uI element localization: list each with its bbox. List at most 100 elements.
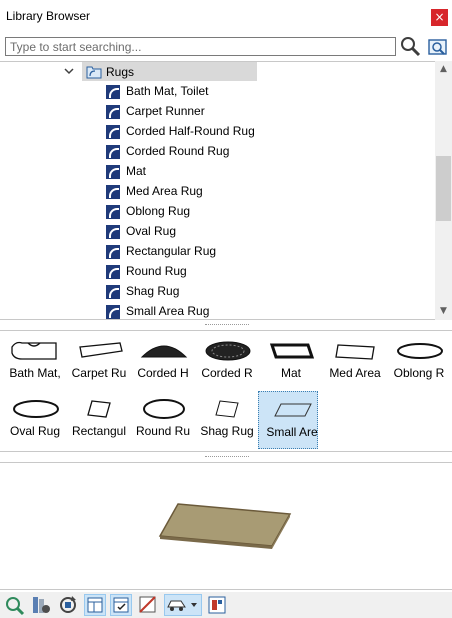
tree-item[interactable]: Carpet Runner xyxy=(106,102,326,122)
preview-pane xyxy=(0,462,452,590)
rug-thumbnail-icon xyxy=(140,345,188,358)
thumbnail-item[interactable]: Round Ru xyxy=(130,391,190,449)
thumbnail-item[interactable]: Corded R xyxy=(194,333,254,391)
splitter-grip[interactable] xyxy=(205,456,249,458)
tree-item-label: Shag Rug xyxy=(126,284,180,298)
rug-object-icon xyxy=(106,145,120,159)
rug-object-icon xyxy=(106,285,120,299)
rug-thumbnail-icon xyxy=(335,344,375,360)
close-button[interactable]: × xyxy=(431,9,448,26)
thumbnail-label: Shag Rug xyxy=(200,424,254,438)
bottom-toolbar xyxy=(0,592,452,618)
scroll-up-icon[interactable]: ▲ xyxy=(435,61,452,78)
tree-item-label: Oblong Rug xyxy=(126,204,191,218)
rug-object-icon xyxy=(106,125,120,139)
thumbnail-label: Rectangul xyxy=(71,424,127,438)
sync-icon[interactable] xyxy=(57,594,79,616)
tree-item-label: Med Area Rug xyxy=(126,184,203,198)
thumbnail-label: Carpet Ru xyxy=(71,366,127,380)
splitter-upper[interactable] xyxy=(0,320,452,330)
rug-thumbnail-icon xyxy=(13,400,59,418)
thumbnail-label: Round Ru xyxy=(135,424,191,438)
thumbnail-item[interactable]: Mat xyxy=(258,333,318,391)
thumbnail-label: Corded H xyxy=(137,366,189,380)
view-list-icon[interactable] xyxy=(84,594,106,616)
scroll-down-icon[interactable]: ▼ xyxy=(435,303,452,320)
tree-item[interactable]: Oval Rug xyxy=(106,222,326,242)
thumbnail-item[interactable]: Med Area xyxy=(322,333,382,391)
rug-object-icon xyxy=(106,105,120,119)
tree-item-label: Oval Rug xyxy=(126,224,177,238)
rug-thumbnail-icon xyxy=(79,342,123,358)
rug-object-icon xyxy=(106,185,120,199)
thumbnail-item[interactable]: Rectangul xyxy=(66,391,126,449)
library-tree: Rugs Bath Mat, Toilet Carpet Runner Corded… xyxy=(0,61,452,320)
car-dropdown-icon[interactable] xyxy=(164,594,202,616)
library-settings-icon[interactable] xyxy=(30,594,52,616)
thumbnail-label: Corded R xyxy=(201,366,253,380)
scrollbar-thumb[interactable] xyxy=(436,156,451,221)
thumbnail-item[interactable]: Carpet Ru xyxy=(66,333,126,391)
rug-object-icon xyxy=(106,225,120,239)
rug-object-icon xyxy=(106,85,120,99)
splitter-lower[interactable] xyxy=(0,452,452,462)
tree-item-label: Carpet Runner xyxy=(126,104,205,118)
thumbnail-label: Oval Rug xyxy=(9,424,61,438)
thumbnail-item[interactable]: Oval Rug xyxy=(2,391,62,449)
tree-item[interactable]: Bath Mat, Toilet xyxy=(106,82,326,102)
rug-thumbnail-icon xyxy=(274,403,312,417)
tree-item-label: Bath Mat, Toilet xyxy=(126,84,209,98)
rug-thumbnail-icon xyxy=(87,400,111,418)
thumbnail-label: Bath Mat, xyxy=(9,366,61,380)
tree-item[interactable]: Med Area Rug xyxy=(106,182,326,202)
chevron-down-icon[interactable] xyxy=(63,65,75,80)
tree-item[interactable]: Small Area Rug xyxy=(106,302,326,319)
view-3d-icon[interactable] xyxy=(137,594,159,616)
view-check-icon[interactable] xyxy=(110,594,132,616)
tree-item[interactable]: Rectangular Rug xyxy=(106,242,326,262)
thumbnail-item[interactable]: Shag Rug xyxy=(194,391,254,449)
tree-folder-label: Rugs xyxy=(106,65,135,79)
thumbnail-label: Small Are xyxy=(266,425,318,439)
window-title: Library Browser xyxy=(6,9,91,23)
title-bar: Library Browser × xyxy=(0,0,452,32)
search-icon[interactable] xyxy=(400,36,422,61)
rug-thumbnail-icon xyxy=(215,400,239,418)
rug-preview-image xyxy=(158,503,292,549)
rug-object-icon xyxy=(106,305,120,319)
refresh-search-icon[interactable] xyxy=(4,594,26,616)
tree-item[interactable]: Round Rug xyxy=(106,262,326,282)
tree-item[interactable]: Shag Rug xyxy=(106,282,326,302)
thumbnail-item[interactable]: Small Are xyxy=(258,391,318,449)
rug-thumbnail-icon xyxy=(143,399,185,419)
tree-item-label: Corded Round Rug xyxy=(126,144,230,158)
rug-object-icon xyxy=(106,165,120,179)
tree-item[interactable]: Corded Half-Round Rug xyxy=(106,122,326,142)
tree-item-label: Mat xyxy=(126,164,147,178)
tree-item[interactable]: Oblong Rug xyxy=(106,202,326,222)
tree-item[interactable]: Corded Round Rug xyxy=(106,142,326,162)
rug-object-icon xyxy=(106,245,120,259)
tree-scrollbar[interactable]: ▲ ▼ xyxy=(435,61,452,320)
thumbnail-item[interactable]: Corded H xyxy=(130,333,190,391)
rug-thumbnail-icon xyxy=(11,341,57,360)
splitter-grip[interactable] xyxy=(205,324,249,326)
thumbnail-label: Med Area xyxy=(329,366,381,380)
thumbnail-item[interactable]: Bath Mat, xyxy=(2,333,62,391)
tree-item-label: Corded Half-Round Rug xyxy=(126,124,255,138)
tree-item-label: Round Rug xyxy=(126,264,187,278)
tree-item[interactable]: Mat xyxy=(106,162,326,182)
thumbnail-label: Oblong R xyxy=(393,366,445,380)
rug-thumbnail-icon xyxy=(397,343,443,359)
rug-thumbnail-icon xyxy=(205,341,251,361)
rug-object-icon xyxy=(106,205,120,219)
rug-thumbnail-icon xyxy=(269,343,315,359)
folder-search-icon[interactable] xyxy=(427,36,449,61)
thumbnail-item[interactable]: Oblong R xyxy=(386,333,446,391)
properties-icon[interactable] xyxy=(206,594,228,616)
tree-item-label: Small Area Rug xyxy=(126,304,210,318)
search-input[interactable] xyxy=(5,37,396,56)
folder-icon xyxy=(86,65,102,82)
tree-item-label: Rectangular Rug xyxy=(126,244,217,258)
rug-object-icon xyxy=(106,265,120,279)
